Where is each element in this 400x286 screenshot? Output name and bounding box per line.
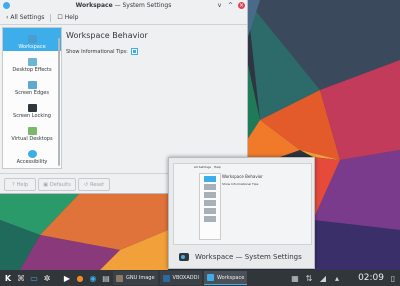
firefox-icon[interactable]: ●	[75, 273, 85, 283]
help-button[interactable]: ? Help	[4, 178, 36, 191]
sidebar-item-label: Workspace	[18, 44, 46, 50]
sidebar-scrollbar[interactable]	[58, 38, 60, 166]
toolbar-separator	[50, 13, 52, 22]
all-settings-label: All Settings	[10, 14, 45, 21]
sidebar-item-virtual-desktops[interactable]: Virtual Desktops	[3, 120, 61, 143]
sidebar-item-screen-locking[interactable]: Screen Locking	[3, 97, 61, 120]
reset-button-label: Reset	[90, 181, 105, 188]
pager-icon[interactable]: ⌘	[16, 273, 26, 283]
sidebar-item-screen-edges[interactable]: Screen Edges	[3, 74, 61, 97]
minimize-button[interactable]: v	[216, 2, 223, 9]
sidebar-item-label: Virtual Desktops	[11, 136, 53, 142]
network-icon[interactable]: ⇅	[304, 273, 314, 283]
close-button[interactable]: ×	[238, 2, 245, 9]
kde-menu-icon[interactable]: K	[3, 273, 13, 283]
task-vboxaddi[interactable]: VBOXADDI	[159, 271, 202, 285]
desktop-effects-icon	[27, 58, 37, 66]
settings-icon	[179, 253, 189, 261]
thumb-sidebar	[199, 173, 221, 240]
task-gnu-image[interactable]: GNU Image	[113, 271, 158, 285]
all-settings-button[interactable]: ‹ All Settings	[4, 13, 46, 23]
toolbar: ‹ All Settings ☐ Help	[0, 11, 247, 25]
window-thumbnail[interactable]: All Settings Help Workspace Behavior Sho…	[173, 163, 312, 245]
help-label: Help	[64, 14, 79, 21]
category-sidebar: Workspace Desktop Effects Screen Edges S…	[2, 27, 62, 169]
sidebar-item-label: Desktop Effects	[12, 67, 52, 73]
workspace-icon	[27, 35, 37, 43]
sidebar-item-workspace[interactable]: Workspace	[3, 28, 61, 51]
task-workspace[interactable]: Workspace	[203, 271, 248, 285]
accessibility-icon	[27, 150, 37, 158]
option-label: Show Informational Tips:	[66, 48, 128, 55]
screen-edges-icon	[27, 81, 37, 89]
virtual-desktops-icon	[27, 127, 37, 135]
system-tray: ▦ ⇅ ◢ ▴	[290, 273, 342, 283]
settings-content: Workspace Behavior Show Informational Ti…	[62, 27, 245, 167]
clipboard-icon[interactable]: ▦	[290, 273, 300, 283]
dolphin-icon[interactable]: ▭	[29, 273, 39, 283]
task-label: Workspace	[216, 274, 245, 281]
task-label: GNU Image	[126, 275, 155, 281]
sidebar-item-label: Screen Edges	[15, 90, 49, 96]
sidebar-item-desktop-effects[interactable]: Desktop Effects	[3, 51, 61, 74]
terminal-icon[interactable]: ▶	[62, 273, 72, 283]
thumb-all-settings: All Settings	[194, 165, 211, 169]
virtualbox-icon	[162, 274, 170, 282]
screen-locking-icon	[27, 104, 37, 112]
help-icon: ?	[11, 181, 15, 188]
clock[interactable]: 02:09	[358, 273, 384, 283]
task-label: VBOXADDI	[172, 275, 199, 281]
plasma-icon[interactable]: ✲	[42, 273, 52, 283]
preview-caption-text: Workspace — System Settings	[195, 253, 302, 261]
window-preview-tooltip[interactable]: All Settings Help Workspace Behavior Sho…	[168, 157, 315, 269]
page-title: Workspace Behavior	[66, 31, 148, 40]
title-bar[interactable]: Workspace — System Settings v ^ ×	[0, 0, 247, 11]
files-icon[interactable]: ▤	[101, 273, 111, 283]
informational-tips-checkbox[interactable]	[130, 48, 138, 55]
volume-icon[interactable]: ◢	[318, 273, 328, 283]
reset-icon: ↺	[83, 181, 89, 188]
tray-expand-icon[interactable]: ▴	[332, 273, 342, 283]
help-icon: ☐	[57, 14, 63, 21]
thumb-help: Help	[214, 165, 221, 169]
sidebar-item-label: Screen Locking	[13, 113, 51, 119]
sidebar-item-label: Accessibility	[16, 159, 48, 165]
help-button-label: Help	[16, 181, 29, 188]
thumb-title: Workspace Behavior	[222, 174, 263, 179]
gimp-icon	[116, 274, 123, 282]
reset-button[interactable]: ↺ Reset	[78, 178, 110, 191]
panel-options-icon[interactable]: ▯	[388, 273, 398, 283]
window-title: Workspace — System Settings	[75, 2, 172, 9]
defaults-button-label: Defaults	[49, 181, 71, 188]
option-row-informational-tips: Show Informational Tips:	[66, 48, 138, 55]
taskbar: K ⌘ ▭ ✲ ▶ ● ◉ ▤ GNU Image VBOXADDI Works…	[0, 270, 400, 286]
defaults-icon: ▣	[43, 181, 48, 188]
maximize-button[interactable]: ^	[227, 2, 234, 9]
preview-caption: Workspace — System Settings	[169, 247, 314, 267]
browser-icon[interactable]: ◉	[88, 273, 98, 283]
back-arrow-icon: ‹	[6, 14, 9, 21]
thumb-option: Show Informational Tips:	[222, 182, 260, 186]
settings-icon	[206, 274, 214, 281]
sidebar-item-accessibility[interactable]: Accessibility	[3, 143, 61, 166]
help-menu-button[interactable]: ☐ Help	[55, 13, 80, 23]
defaults-button[interactable]: ▣ Defaults	[38, 178, 76, 191]
